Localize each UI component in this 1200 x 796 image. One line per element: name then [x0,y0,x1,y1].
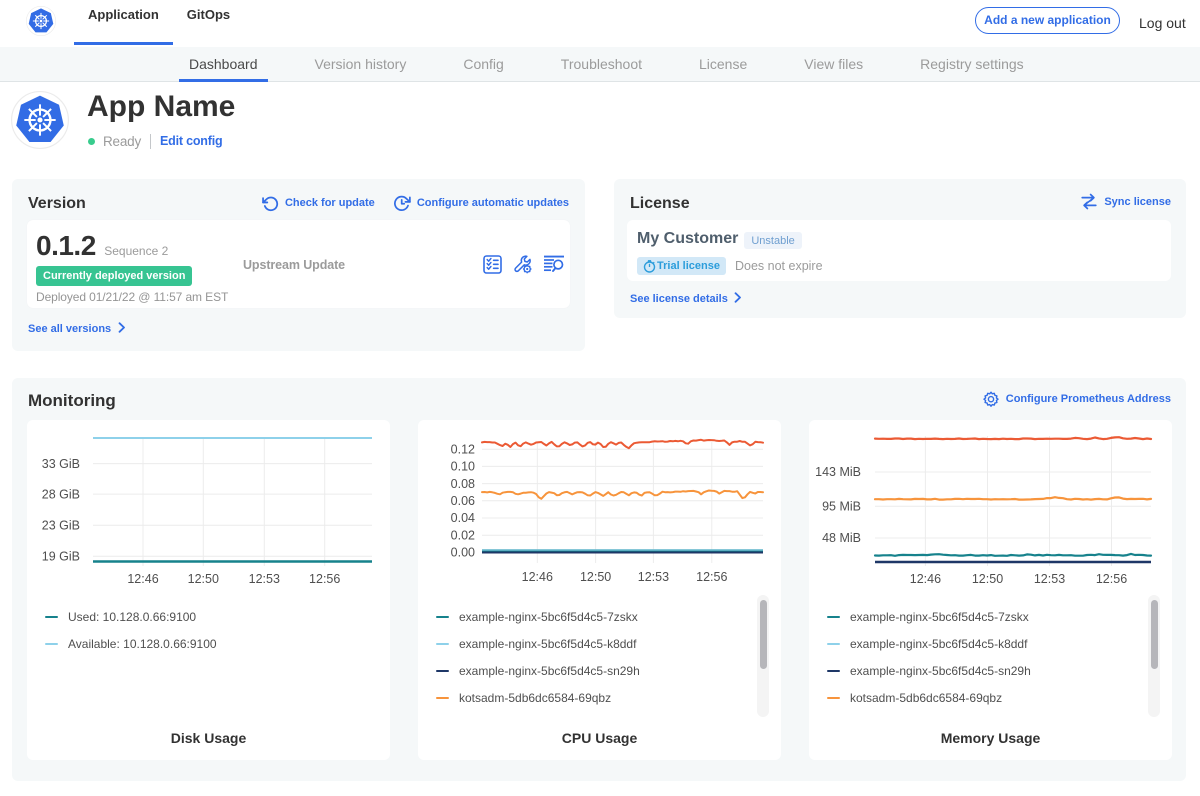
svg-text:12:53: 12:53 [638,570,669,584]
svg-text:12:46: 12:46 [127,572,158,586]
svg-text:19 GiB: 19 GiB [42,549,80,563]
svg-text:0.02: 0.02 [451,528,475,542]
svg-text:12:56: 12:56 [1096,572,1127,586]
svg-text:12:50: 12:50 [972,572,1003,586]
svg-text:48 MiB: 48 MiB [822,531,861,545]
svg-text:28 GiB: 28 GiB [42,487,80,501]
svg-text:0.08: 0.08 [451,477,475,491]
svg-text:33 GiB: 33 GiB [42,457,80,471]
svg-text:23 GiB: 23 GiB [42,518,80,532]
svg-text:12:53: 12:53 [249,572,280,586]
svg-text:12:56: 12:56 [696,570,727,584]
svg-text:0.06: 0.06 [451,494,475,508]
svg-text:12:50: 12:50 [580,570,611,584]
svg-text:95 MiB: 95 MiB [822,499,861,513]
svg-text:12:50: 12:50 [188,572,219,586]
svg-text:0.10: 0.10 [451,460,475,474]
svg-text:0.00: 0.00 [451,546,475,560]
svg-text:143 MiB: 143 MiB [815,465,861,479]
svg-text:12:46: 12:46 [910,572,941,586]
svg-text:12:56: 12:56 [309,572,340,586]
svg-text:0.12: 0.12 [451,442,475,456]
svg-text:0.04: 0.04 [451,511,475,525]
svg-text:12:46: 12:46 [522,570,553,584]
svg-text:12:53: 12:53 [1034,572,1065,586]
